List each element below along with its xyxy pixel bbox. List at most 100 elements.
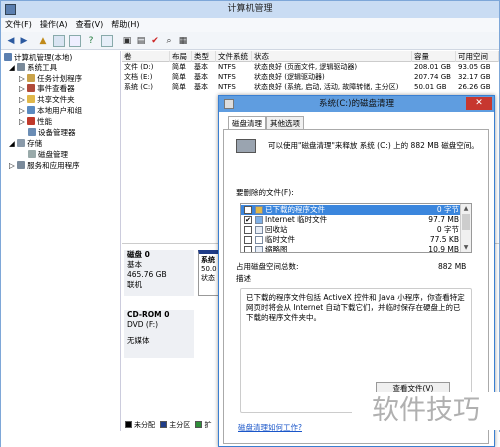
disk-cleanup-icon (224, 99, 234, 109)
menu-help[interactable]: 帮助(H) (107, 18, 143, 32)
back-arrow-icon[interactable]: ◀ (5, 35, 17, 47)
clock-icon (27, 74, 36, 82)
volume-row[interactable]: 文件 (D:) 简单 基本 NTFS 状态良好 (页面文件, 逻辑驱动器) 20… (122, 63, 499, 72)
tree-root[interactable]: 计算机管理(本地) (4, 53, 72, 63)
volume-row[interactable]: 文档 (E:) 简单 基本 NTFS 状态良好 (逻辑驱动器) 207.74 G… (122, 73, 499, 82)
console-tree-icon[interactable] (53, 35, 65, 47)
col-volume[interactable]: 卷 (122, 51, 170, 62)
file-item[interactable]: 回收站 0 字节 (241, 225, 461, 235)
forward-arrow-icon[interactable]: ▶ (18, 35, 30, 47)
col-filesystem[interactable]: 文件系统 (216, 51, 252, 62)
volume-name: 文档 (E:) (124, 73, 153, 81)
file-size: 97.7 MB (428, 215, 459, 224)
tree-storage[interactable]: ◢ 存储 (9, 139, 42, 149)
file-item[interactable]: ✔ 已下载的程序文件 0 字节 (241, 205, 461, 215)
volume-row[interactable]: 系统 (C:) 简单 基本 NTFS 状态良好 (系统, 启动, 活动, 故障转… (122, 83, 499, 92)
col-layout[interactable]: 布局 (170, 51, 192, 62)
tab-more-options[interactable]: 其他选项 (266, 116, 304, 130)
tree-services-apps-label: 服务和应用程序 (27, 161, 80, 170)
tree-local-users-label: 本地用户和组 (37, 106, 83, 115)
tree-system-tools[interactable]: ◢ 系统工具 (9, 63, 57, 73)
view-icon[interactable]: ▦ (177, 35, 189, 47)
window-title: 计算机管理 (227, 4, 273, 14)
tree-performance-label: 性能 (37, 117, 53, 126)
file-list-scrollbar[interactable]: ▲ ▼ (460, 204, 471, 252)
volume-list-header: 卷 布局 类型 文件系统 状态 容量 可用空间 (122, 51, 499, 62)
app-icon (5, 4, 16, 15)
tree-device-manager[interactable]: 设备管理器 (28, 128, 76, 138)
disk0-system-partition[interactable]: 系统 50.0 状态 (198, 250, 220, 296)
file-name: 已下载的程序文件 (265, 205, 325, 214)
delete-icon[interactable]: ▤ (135, 35, 147, 47)
file-item[interactable]: 缩略图 10.9 MB (241, 245, 461, 253)
tree-device-manager-label: 设备管理器 (38, 128, 76, 137)
volume-free-space: 93.05 GB (458, 63, 491, 71)
legend-primary-swatch (160, 421, 168, 428)
cdrom-status: 无媒体 (127, 336, 150, 345)
check-icon[interactable]: ✔ (149, 35, 161, 47)
disk0-size: 465.76 GB (127, 270, 167, 279)
tree-task-scheduler[interactable]: ▷ 任务计划程序 (19, 74, 82, 84)
file-checkbox[interactable] (244, 236, 252, 244)
cdrom-drive: DVD (F:) (127, 320, 159, 329)
properties-icon[interactable] (69, 35, 81, 47)
help-icon[interactable]: ? (85, 35, 97, 47)
volume-name: 系统 (C:) (124, 83, 153, 91)
disk0-type: 基本 (127, 260, 142, 269)
tools-icon (17, 63, 26, 71)
file-item[interactable]: ✔ Internet 临时文件 97.7 MB (241, 215, 461, 225)
file-checkbox[interactable] (244, 226, 252, 234)
file-size: 0 字节 (436, 225, 459, 234)
scroll-down-icon[interactable]: ▼ (461, 243, 471, 252)
how-cleanup-works-link[interactable]: 磁盘清理如何工作? (238, 423, 302, 433)
tree-local-users[interactable]: ▷ 本地用户和组 (19, 106, 82, 116)
file-checkbox[interactable]: ✔ (244, 216, 252, 224)
description-text: 已下载的程序文件包括 ActiveX 控件和 Java 小程序，你查看特定网页时… (246, 293, 465, 322)
cdrom-info[interactable]: CD-ROM 0 DVD (F:) 无媒体 (124, 310, 194, 358)
file-checkbox[interactable] (244, 246, 252, 252)
col-type[interactable]: 类型 (192, 51, 216, 62)
tree-performance[interactable]: ▷ 性能 (19, 117, 52, 127)
tree-root-label: 计算机管理(本地) (14, 53, 73, 62)
search-icon[interactable]: ⌕ (163, 35, 175, 47)
tree-services-apps[interactable]: ▷ 服务和应用程序 (9, 161, 80, 171)
tab-disk-cleanup[interactable]: 磁盘清理 (228, 116, 266, 130)
legend-extended-swatch (195, 421, 203, 428)
menu-action[interactable]: 操作(A) (36, 18, 72, 32)
close-button[interactable]: ✕ (466, 97, 492, 110)
menu-view[interactable]: 查看(V) (72, 18, 108, 32)
menu-file[interactable]: 文件(F) (1, 18, 36, 32)
total-space-value: 882 MB (438, 262, 467, 271)
scroll-thumb[interactable] (462, 214, 470, 230)
col-capacity[interactable]: 容量 (412, 51, 456, 62)
file-item[interactable]: 临时文件 77.5 KB (241, 235, 461, 245)
disk0-info[interactable]: 磁盘 0 基本 465.76 GB 联机 (124, 250, 194, 296)
tree-event-viewer[interactable]: ▷ 事件查看器 (19, 84, 75, 94)
file-size: 0 字节 (436, 205, 459, 214)
partition-status: 状态 (201, 274, 215, 282)
show-hide-icon[interactable] (101, 35, 113, 47)
file-name: 缩略图 (265, 245, 288, 253)
tree-disk-management[interactable]: 磁盘管理 (28, 150, 68, 160)
volume-status: 状态良好 (页面文件, 逻辑驱动器) (254, 63, 358, 71)
volume-status: 状态良好 (逻辑驱动器) (254, 73, 325, 81)
watermark: 软件技巧 (352, 392, 500, 430)
volume-filesystem: NTFS (218, 63, 236, 71)
open-icon[interactable]: ▣ (121, 35, 133, 47)
volume-type: 基本 (194, 73, 208, 81)
volume-filesystem: NTFS (218, 73, 236, 81)
file-size: 77.5 KB (429, 235, 459, 244)
col-free-space[interactable]: 可用空间 (456, 51, 499, 62)
file-checkbox[interactable]: ✔ (244, 206, 252, 214)
menu-bar: 文件(F) 操作(A) 查看(V) 帮助(H) (1, 18, 499, 32)
col-status[interactable]: 状态 (252, 51, 412, 62)
folder-up-icon[interactable]: ▲ (37, 35, 49, 47)
volume-name: 文件 (D:) (124, 63, 154, 71)
tree-shared-folders[interactable]: ▷ 共享文件夹 (19, 95, 75, 105)
files-to-delete-list[interactable]: ✔ 已下载的程序文件 0 字节 ✔ Internet 临时文件 97.7 MB … (240, 203, 472, 253)
tree-disk-management-label: 磁盘管理 (38, 150, 68, 159)
volume-layout: 简单 (172, 83, 186, 91)
tree-shared-folders-label: 共享文件夹 (37, 95, 75, 104)
scroll-up-icon[interactable]: ▲ (461, 204, 471, 213)
folder-icon (27, 95, 36, 103)
